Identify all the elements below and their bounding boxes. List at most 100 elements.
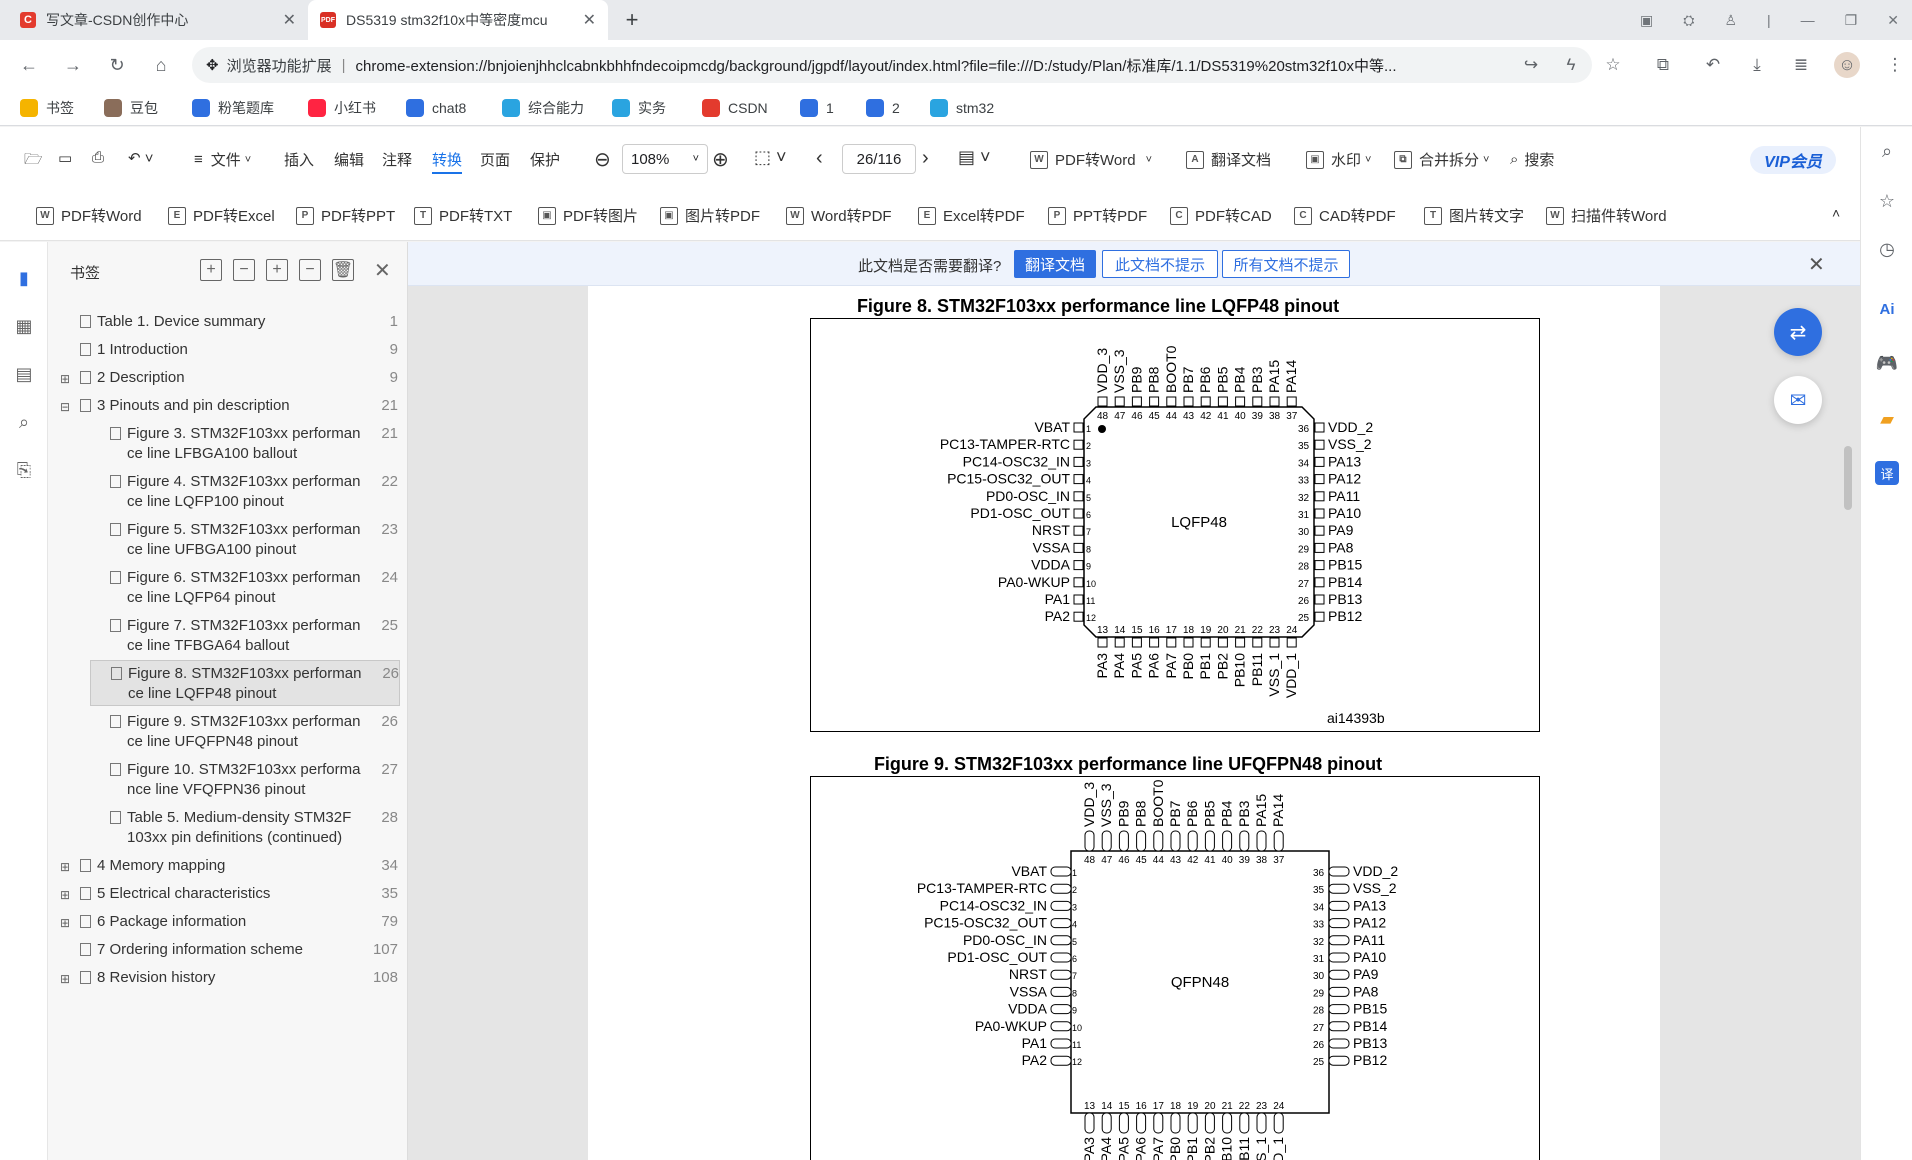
convert-button-7[interactable]: W Word转PDF [786, 205, 892, 226]
bookmark-6[interactable]: 综合能力 [502, 96, 584, 120]
menu-convert[interactable]: 转换 [432, 149, 463, 174]
ai-icon[interactable]: Ai [1875, 297, 1899, 321]
address-bar[interactable]: ✥ 浏览器功能扩展 | chrome-extension://bnjoienjh… [192, 47, 1592, 83]
dont-ask-all-button[interactable]: 所有文档不提示 [1222, 250, 1350, 278]
close-window-icon[interactable]: ✕ [1887, 12, 1899, 29]
convert-button-13[interactable]: W 扫描件转Word [1546, 205, 1667, 226]
bookmark-8[interactable]: CSDN [702, 96, 768, 120]
translate-doc-button[interactable]: 翻译文档 [1014, 250, 1096, 278]
zoom-in-icon[interactable]: ⊕ [712, 147, 729, 172]
remove-bookmark-icon[interactable]: − [299, 259, 321, 281]
expand-toggle-icon[interactable]: ⊞ [60, 856, 76, 877]
bookmark-item[interactable]: ⊞ 6 Package information 79 [60, 912, 398, 933]
mail-float-button[interactable]: ✉ [1774, 376, 1822, 424]
bookmark-item[interactable]: Figure 6. STM32F103xx performan ce line … [60, 568, 398, 608]
convert-button-3[interactable]: P PDF转PPT [296, 205, 395, 226]
save-icon[interactable]: ▭ [58, 149, 72, 167]
history-icon[interactable]: ◷ [1875, 237, 1899, 261]
search-icon[interactable]: ⌕ [1875, 139, 1899, 163]
bookmark-item[interactable]: ⊞ 8 Revision history 108 [60, 968, 398, 989]
bookmark-item[interactable]: Table 5. Medium-density STM32F 103xx pin… [60, 808, 398, 848]
shirt-icon[interactable]: ♙ [1724, 12, 1737, 29]
bookmark-1[interactable]: 书签 [20, 96, 74, 120]
expand-toggle-icon[interactable]: ⊞ [60, 884, 76, 905]
expand-toggle-icon[interactable]: ⊟ [60, 396, 76, 417]
bookmark-item[interactable]: Figure 10. STM32F103xx performa nce line… [60, 760, 398, 800]
convert-float-button[interactable]: ⇄ [1774, 308, 1822, 356]
bookmark-4[interactable]: 小红书 [308, 96, 376, 120]
tab-search-icon[interactable]: ▣ [1640, 12, 1653, 29]
scrollbar-thumb[interactable] [1844, 446, 1852, 510]
download-icon[interactable]: ⤓ [1744, 52, 1770, 78]
search-button[interactable]: ⌕ 搜索 [1510, 149, 1554, 170]
game-icon[interactable]: 🎮 [1875, 351, 1899, 375]
bookmark-9[interactable]: 1 [800, 96, 834, 120]
back-icon[interactable]: ← [16, 52, 42, 78]
merge-split-button[interactable]: ⧉ 合并拆分 ˅ [1394, 149, 1489, 170]
expand-toggle-icon[interactable]: ⊞ [60, 968, 76, 989]
bookmark-item[interactable]: Table 1. Device summary 1 [60, 312, 398, 332]
share-icon[interactable]: ↪ [1518, 52, 1544, 78]
incognito-icon[interactable]: ⛭ [1683, 12, 1694, 29]
collapse-toolbar-icon[interactable]: ˄ [1832, 205, 1840, 221]
next-page-icon[interactable]: › [922, 147, 929, 170]
bookmark-icon[interactable]: ▮ [12, 266, 36, 290]
open-file-icon[interactable]: 🗁 [24, 149, 43, 174]
expand-toggle-icon[interactable]: ⊞ [60, 368, 76, 389]
star-outline-icon[interactable]: ☆ [1600, 52, 1626, 78]
comments-icon[interactable]: ▤ [12, 362, 36, 386]
collapse-all-icon[interactable]: − [233, 259, 255, 281]
print-icon[interactable]: ⎙ [92, 149, 104, 166]
undo-dropdown-icon[interactable]: ↶ [1700, 52, 1726, 78]
bookmark-5[interactable]: chat8 [406, 96, 466, 120]
menu-page[interactable]: 页面 [480, 149, 510, 170]
expand-all-icon[interactable]: + [200, 259, 222, 281]
translate-icon[interactable]: 译 [1875, 461, 1899, 485]
tab-pdf[interactable]: PDF DS5319 stm32f10x中等密度mcu ✕ [308, 0, 608, 40]
briefcase-icon[interactable]: ▰ [1875, 407, 1899, 431]
document-viewport[interactable]: Figure 8. STM32F103xx performance line L… [408, 286, 1860, 1160]
convert-button-2[interactable]: E PDF转Excel [168, 205, 275, 226]
url-text[interactable]: chrome-extension://bnjoienjhhclcabnkbhhf… [356, 55, 1579, 76]
expand-toggle-icon[interactable]: ⊞ [60, 912, 76, 933]
add-bookmark-icon[interactable]: + [266, 259, 288, 281]
bookmark-item[interactable]: Figure 5. STM32F103xx performan ce line … [60, 520, 398, 560]
bookmark-7[interactable]: 实务 [612, 96, 666, 120]
close-icon[interactable]: ✕ [283, 10, 296, 30]
bookmark-item[interactable]: ⊟ 3 Pinouts and pin description 21 [60, 396, 398, 417]
home-icon[interactable]: ⌂ [148, 52, 174, 78]
convert-button-12[interactable]: T 图片转文字 [1424, 205, 1524, 226]
forward-icon[interactable]: → [60, 52, 86, 78]
close-icon[interactable]: ✕ [1808, 252, 1825, 277]
convert-button-11[interactable]: C CAD转PDF [1294, 205, 1396, 226]
page-view-icon[interactable]: ▤ ˅ [958, 147, 991, 168]
menu-insert[interactable]: 插入 [284, 149, 314, 170]
search-icon[interactable]: ⌕ [12, 410, 36, 434]
bookmark-item[interactable]: Figure 4. STM32F103xx performan ce line … [60, 472, 398, 512]
watermark-button[interactable]: ▣ 水印 ˅ [1306, 149, 1371, 170]
bookmark-item[interactable]: Figure 3. STM32F103xx performan ce line … [60, 424, 398, 464]
lightning-icon[interactable]: ϟ [1558, 52, 1584, 78]
menu-annotate[interactable]: 注释 [382, 149, 412, 170]
convert-button-10[interactable]: C PDF转CAD [1170, 205, 1272, 226]
zoom-out-icon[interactable]: ⊖ [594, 147, 611, 172]
close-panel-icon[interactable]: ✕ [374, 258, 391, 283]
bookmark-2[interactable]: 豆包 [104, 96, 158, 120]
more-menu-icon[interactable]: ⋮ [1882, 52, 1908, 78]
minimize-icon[interactable]: — [1801, 12, 1815, 28]
fit-page-icon[interactable]: ⬚ ˅ [754, 147, 787, 168]
convert-button-8[interactable]: E Excel转PDF [918, 205, 1025, 226]
delete-icon[interactable]: 🗑 [332, 259, 354, 281]
reload-icon[interactable]: ↻ [104, 52, 130, 78]
tab-csdn[interactable]: C 写文章-CSDN创作中心 ✕ [8, 0, 308, 40]
thumbnails-icon[interactable]: ▦ [12, 314, 36, 338]
menu-edit[interactable]: 编辑 [334, 149, 364, 170]
convert-button-1[interactable]: W PDF转Word [36, 205, 142, 226]
convert-button-5[interactable]: ▣ PDF转图片 [538, 205, 638, 226]
new-tab-button[interactable]: + [618, 6, 646, 34]
bookmark-item[interactable]: ⊞ 4 Memory mapping 34 [60, 856, 398, 877]
bookmark-item[interactable]: Figure 8. STM32F103xx performan ce line … [90, 660, 400, 706]
bookmark-item[interactable]: Figure 9. STM32F103xx performan ce line … [60, 712, 398, 752]
zoom-select[interactable]: 108% ˅ [622, 144, 708, 174]
maximize-icon[interactable]: ❐ [1845, 12, 1858, 29]
